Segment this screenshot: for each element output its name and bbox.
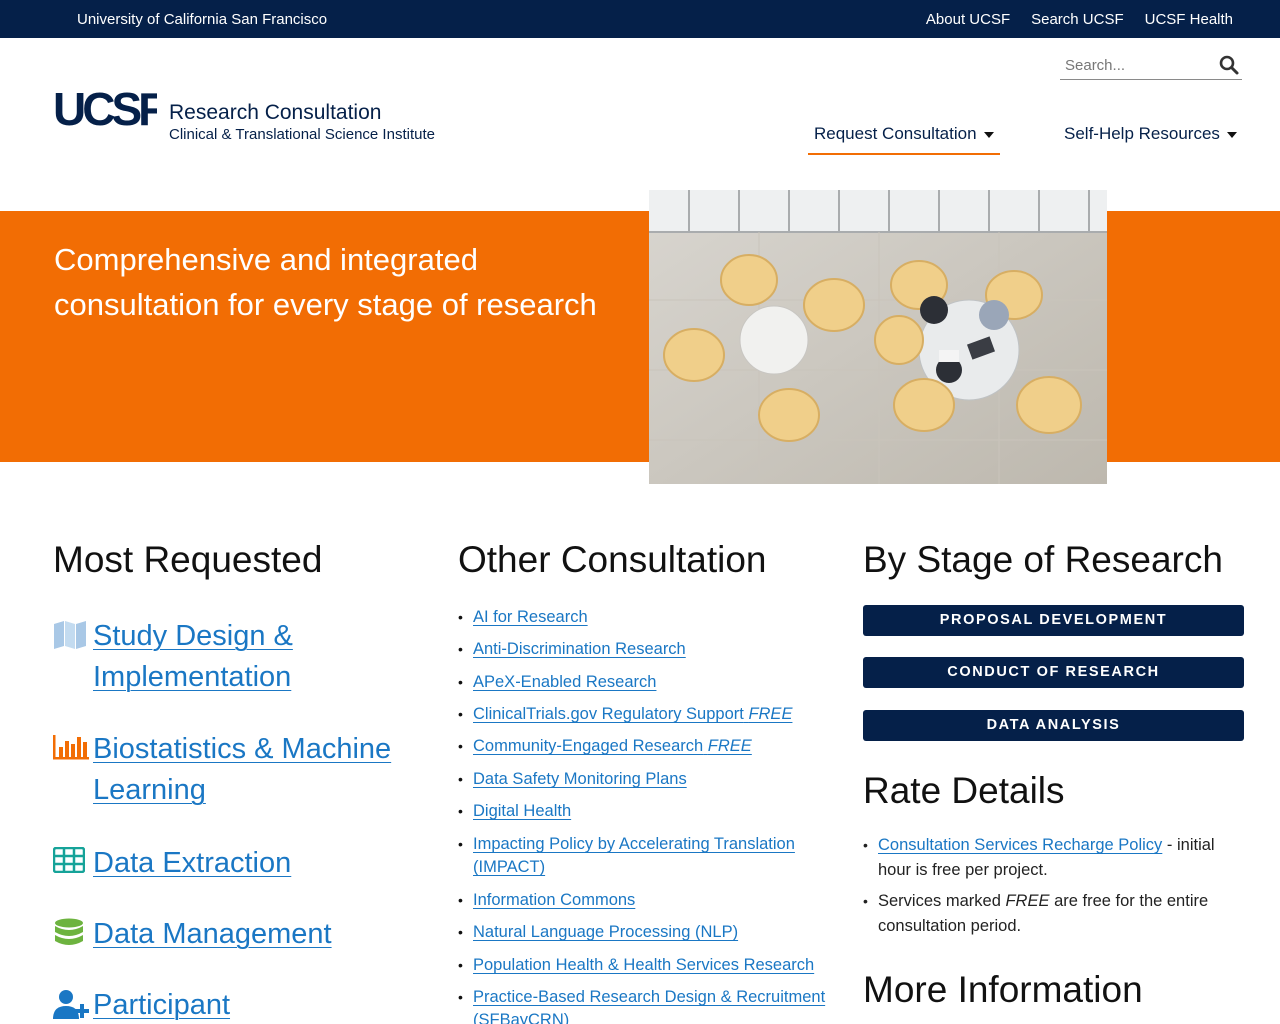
most-requested-item: Participant [53, 985, 230, 1024]
hero-image [649, 190, 1107, 484]
logo-subtitle: Clinical & Translational Science Institu… [169, 126, 435, 143]
table-icon [52, 843, 93, 884]
other-consultation-link[interactable]: ClinicalTrials.gov Regulatory Support FR… [473, 705, 792, 723]
other-consultation-link[interactable]: Anti-Discrimination Research [473, 640, 686, 658]
participant-link[interactable]: Participant [93, 985, 230, 1024]
list-item: ClinicalTrials.gov Regulatory Support FR… [458, 703, 848, 726]
nav-request-consultation[interactable]: Request Consultation [808, 124, 1000, 155]
search-input[interactable] [1065, 55, 1215, 75]
list-item: Data Safety Monitoring Plans [458, 768, 848, 791]
list-item: Natural Language Processing (NLP) [458, 921, 848, 944]
search-ucsf-link[interactable]: Search UCSF [1031, 11, 1124, 28]
list-item: AI for Research [458, 606, 848, 629]
hero-title: Comprehensive and integrated consultatio… [54, 242, 597, 322]
search-icon[interactable] [1218, 54, 1240, 76]
caret-down-icon [1226, 131, 1237, 138]
other-consultation-link[interactable]: Data Safety Monitoring Plans [473, 770, 687, 788]
study-design-link[interactable]: Study Design & Implementation [93, 616, 293, 698]
by-stage-section: By Stage of Research PROPOSAL DEVELOPMEN… [863, 539, 1244, 1010]
most-requested-item: Biostatistics & Machine Learning [53, 729, 391, 811]
logo-text: Research Consultation Clinical & Transla… [169, 102, 435, 144]
list-item: Services marked FREE are free for the en… [863, 889, 1244, 939]
by-stage-heading: By Stage of Research [863, 539, 1223, 580]
other-consultation-link[interactable]: Impacting Policy by Accelerating Transla… [473, 835, 795, 876]
university-link[interactable]: University of California San Francisco [77, 11, 327, 28]
other-consultation-heading: Other Consultation [458, 539, 767, 580]
other-consultation-link[interactable]: Natural Language Processing (NLP) [473, 923, 738, 941]
nav-request-label: Request Consultation [814, 124, 977, 143]
database-icon [53, 914, 93, 955]
data-analysis-button[interactable]: DATA ANALYSIS [863, 710, 1244, 741]
other-consultation-link[interactable]: AI for Research [473, 608, 588, 626]
site-search [1060, 50, 1242, 80]
most-requested-item: Study Design & Implementation [53, 616, 293, 698]
list-item: Digital Health [458, 800, 848, 823]
other-consultation-link[interactable]: Practice-Based Research Design & Recruit… [473, 988, 825, 1024]
list-item: APeX-Enabled Research [458, 671, 848, 694]
map-icon [53, 616, 93, 698]
data-extraction-link[interactable]: Data Extraction [93, 843, 291, 884]
free-tag: FREE [707, 737, 752, 755]
ucsf-logo-mark: UCSF [53, 83, 169, 140]
other-consultation-link[interactable]: APeX-Enabled Research [473, 673, 656, 691]
user-plus-icon [53, 985, 93, 1024]
nav-self-help-label: Self-Help Resources [1064, 124, 1220, 143]
most-requested-section: Most Requested Study Design & Implementa… [52, 539, 413, 1021]
most-requested-heading: Most Requested [53, 539, 323, 580]
nav-self-help-resources[interactable]: Self-Help Resources [1064, 124, 1237, 144]
list-item: Impacting Policy by Accelerating Transla… [458, 833, 848, 879]
recharge-policy-link[interactable]: Consultation Services Recharge Policy [878, 836, 1162, 854]
more-information-heading: More Information [863, 969, 1143, 1010]
list-item: Practice-Based Research Design & Recruit… [458, 986, 848, 1024]
svg-text:UCSF: UCSF [53, 88, 157, 135]
utility-bar: University of California San Francisco A… [0, 0, 1280, 38]
free-tag: FREE [748, 705, 793, 723]
other-consultation-link[interactable]: Community-Engaged Research FREE [473, 737, 752, 755]
list-item: Information Commons [458, 889, 848, 912]
most-requested-item: Data Extraction [52, 843, 291, 884]
other-consultation-link[interactable]: Digital Health [473, 802, 571, 820]
list-item: Anti-Discrimination Research [458, 638, 848, 661]
rate-details-list: Consultation Services Recharge Policy - … [863, 833, 1244, 945]
other-consultation-link[interactable]: Population Health & Health Services Rese… [473, 956, 814, 974]
conduct-of-research-button[interactable]: CONDUCT OF RESEARCH [863, 657, 1244, 688]
biostatistics-link[interactable]: Biostatistics & Machine Learning [93, 729, 391, 811]
other-consultation-section: Other Consultation AI for Research Anti-D… [458, 539, 848, 1024]
list-item: Population Health & Health Services Rese… [458, 954, 848, 977]
ucsf-health-link[interactable]: UCSF Health [1145, 11, 1233, 28]
other-consultation-link[interactable]: Information Commons [473, 891, 635, 909]
list-item: Consultation Services Recharge Policy - … [863, 833, 1244, 883]
caret-down-icon [983, 131, 994, 138]
site-logo[interactable]: UCSF Research Consultation Clinical & Tr… [53, 83, 435, 144]
bar-chart-icon [53, 729, 93, 811]
proposal-development-button[interactable]: PROPOSAL DEVELOPMENT [863, 605, 1244, 636]
about-ucsf-link[interactable]: About UCSF [926, 11, 1010, 28]
most-requested-item: Data Management [53, 914, 332, 955]
data-management-link[interactable]: Data Management [93, 914, 332, 955]
logo-title: Research Consultation [169, 101, 382, 124]
utility-links: About UCSF Search UCSF UCSF Health [926, 11, 1233, 28]
list-item: Community-Engaged Research FREE [458, 735, 848, 758]
rate-details-heading: Rate Details [863, 770, 1065, 811]
